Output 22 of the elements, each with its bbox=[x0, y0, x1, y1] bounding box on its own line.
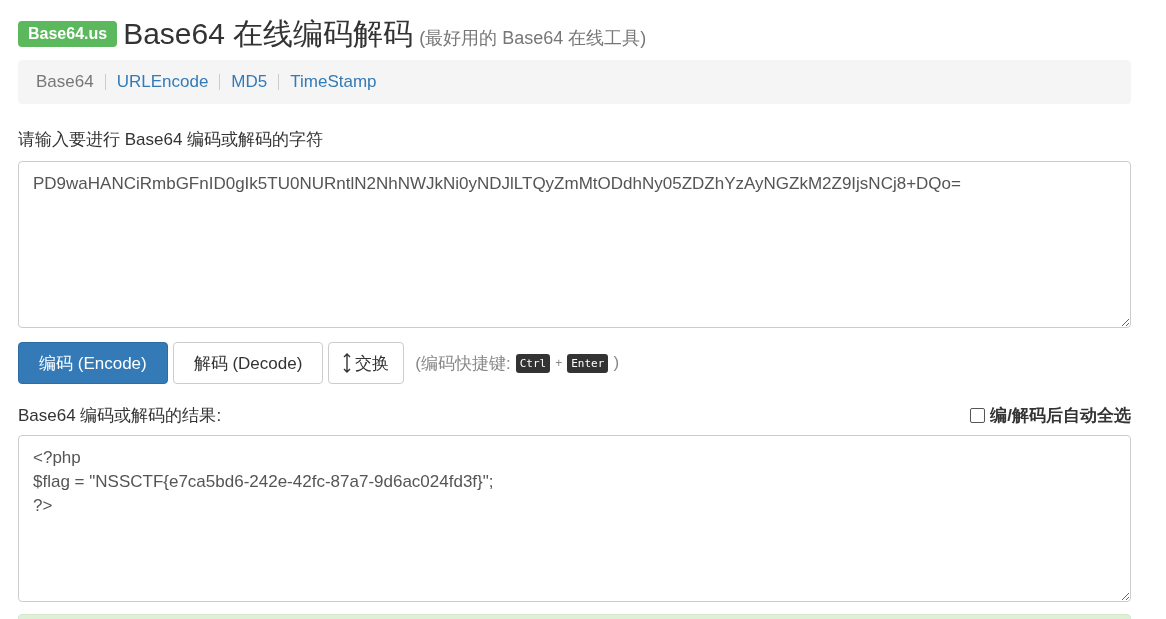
page-subtitle: (最好用的 Base64 在线工具) bbox=[419, 27, 647, 50]
plus-sign: + bbox=[555, 356, 563, 370]
encode-button[interactable]: 编码 (Encode) bbox=[18, 342, 168, 384]
keyboard-key: Ctrl bbox=[515, 353, 551, 373]
output-field[interactable]: <?php $flag = "NSSCTF{e7ca5bd6-242e-42fc-87a7-9d6ac024fd3f}"; ?> bbox=[18, 435, 1131, 602]
nav-link[interactable]: URLEncode bbox=[116, 72, 209, 92]
shortcut-hint-end: ) bbox=[613, 353, 620, 373]
nav-link[interactable]: MD5 bbox=[231, 72, 268, 92]
site-logo[interactable]: Base64.us bbox=[18, 21, 118, 47]
keyboard-key: Enter bbox=[567, 353, 609, 373]
checkbox[interactable] bbox=[970, 408, 986, 423]
swap-button[interactable]: 交换 bbox=[328, 342, 405, 384]
field-label: 请输入要进行 Base64 编码或解码的字符 bbox=[18, 129, 325, 151]
up-down-arrow-icon bbox=[343, 353, 352, 373]
shortcut-hint: (编码快捷键: bbox=[415, 352, 511, 375]
input-field[interactable]: PD9waHANCiRmbGFnID0gIk5TU0NURntlN2NhNWJkNi0yNDJlLTQyZmMtODdhNy05ZDZhYzAyNGZkM2Z9IjsNCj8+DQo= bbox=[18, 161, 1131, 328]
nav-link[interactable]: Base64 bbox=[36, 72, 94, 92]
decode-button[interactable]: 解码 (Decode) bbox=[172, 342, 324, 384]
nav-link[interactable]: TimeStamp bbox=[290, 72, 377, 92]
page-title: Base64 在线编码解码 bbox=[123, 16, 414, 52]
field-label: Base64 编码或解码的结果: bbox=[18, 405, 222, 427]
checkbox-label[interactable]: 编/解码后自动全选 bbox=[990, 404, 1131, 427]
